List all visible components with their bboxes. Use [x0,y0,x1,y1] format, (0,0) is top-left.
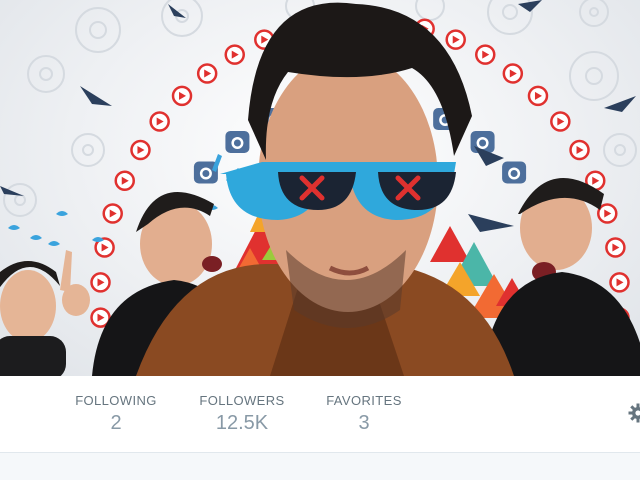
favorites-stat[interactable]: FAVORITES 3 [316,376,412,452]
header-photo [0,0,640,376]
following-count: 2 [110,412,122,434]
page-content-area [0,453,640,480]
profile-stats-bar: FOLLOWING 2 FOLLOWERS 12.5K FAVORITES 3 [0,376,640,453]
followers-stat[interactable]: FOLLOWERS 12.5K [192,376,292,452]
favorites-count: 3 [358,412,370,434]
following-label: FOLLOWING [75,393,157,408]
followers-label: FOLLOWERS [199,393,285,408]
followers-count: 12.5K [215,412,269,434]
profile-header-banner [0,0,640,376]
favorites-label: FAVORITES [326,393,402,408]
gear-icon[interactable] [628,403,640,423]
following-stat[interactable]: FOLLOWING 2 [66,376,166,452]
